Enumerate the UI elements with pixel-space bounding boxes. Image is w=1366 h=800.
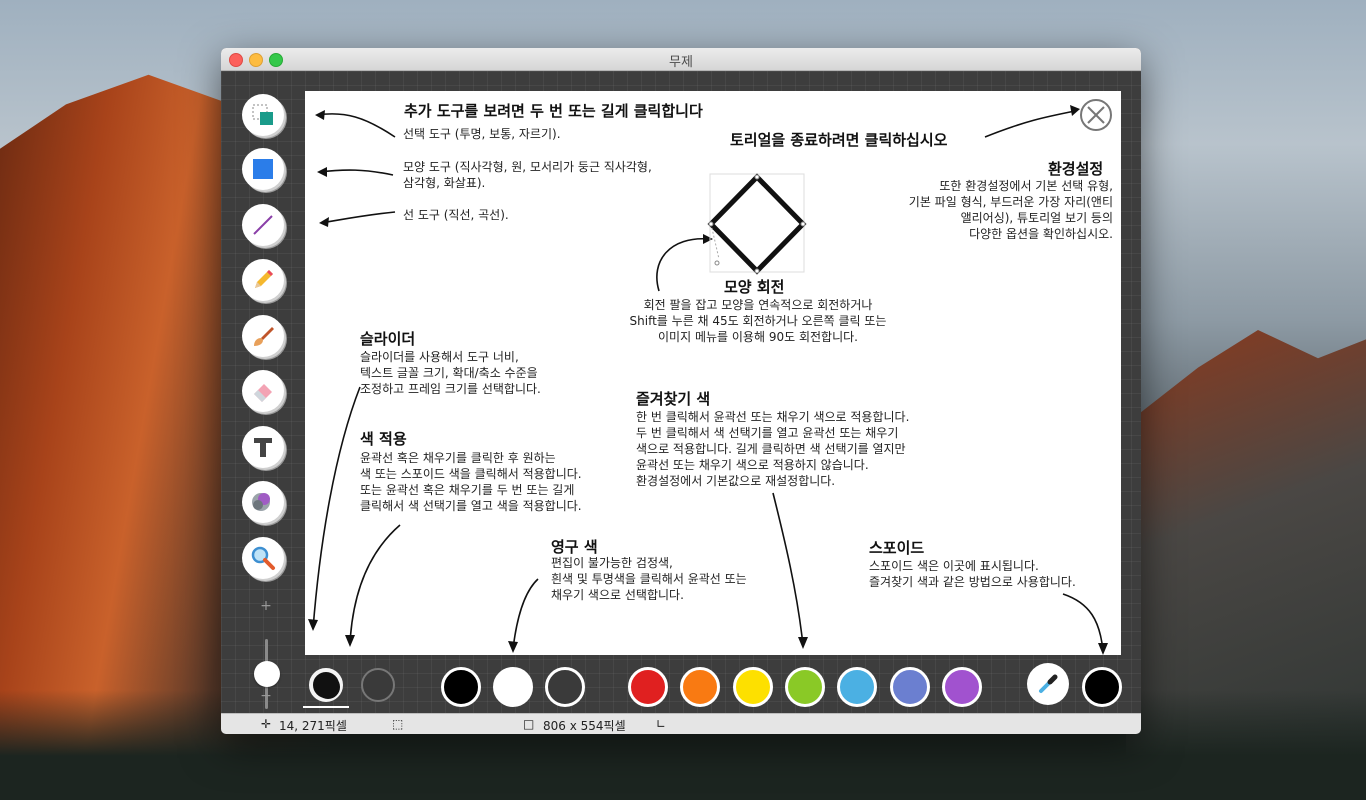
status-bar: ✛ 14, 271픽셀 ⬚ □ 806 x 554픽셀 ∟ [221,713,1141,734]
permanent-colors-note: 편집이 불가능한 검정색, 흰색 및 투명색을 클릭해서 윤곽선 또는 채우기 … [551,556,747,602]
size-slider-knob[interactable] [254,661,280,687]
dropper-note: 스포이드 색은 이곳에 표시됩니다. 즐겨찾기 색과 같은 방법으로 사용합니다… [869,559,1076,589]
outline-color-well[interactable] [309,668,343,702]
apply-color-heading: 색 적용 [360,430,407,448]
magnifier-icon [251,546,275,570]
selection-size-icon: ⬚ [392,717,404,731]
square-shape-icon [253,159,273,179]
line-tool-note: 선 도구 (직선, 곡선). [403,208,509,222]
pencil-icon [255,270,273,288]
crosshair-icon: ✛ [261,717,272,731]
dropper-heading: 스포이드 [869,539,925,557]
zoom-out-icon[interactable]: − [259,688,273,704]
cursor-position: 14, 271픽셀 [279,719,347,733]
more-tools-heading: 추가 도구를 보려면 두 번 또는 길게 클릭합니다 [404,102,703,120]
rotated-square-shape[interactable] [707,173,807,275]
canvas-size: 806 x 554픽셀 [543,719,626,733]
eyedropper-icon [1039,674,1058,693]
permanent-color-swatch[interactable] [441,667,481,707]
rotate-shape-heading: 모양 회전 [724,278,785,296]
exit-tutorial-icon[interactable] [1080,99,1112,131]
brush-tool-button[interactable] [242,315,284,357]
favorite-colors-heading: 즐겨찾기 색 [636,390,711,408]
favorite-color-swatch[interactable] [784,667,825,707]
zoom-in-icon[interactable]: + [259,598,273,614]
eraser-icon [254,384,272,402]
app-window: 무제 + − 추가 도구를 보려면 두 번 또는 길게 클릭합니다 선택 도구 … [221,48,1141,734]
favorite-color-swatch[interactable] [680,667,721,707]
permanent-color-swatch[interactable] [493,667,533,707]
angle-icon: ∟ [656,717,667,731]
outline-selected-indicator [303,706,349,708]
favorite-color-swatch[interactable] [628,667,668,707]
window-title: 무제 [669,55,693,70]
paint-bucket-icon [252,493,270,511]
favorite-colors-note: 한 번 클릭해서 윤곽선 또는 채우기 색으로 적용합니다. 두 번 클릭해서 … [636,410,910,488]
canvas-size-icon: □ [523,717,535,731]
permanent-colors-heading: 영구 색 [551,538,598,556]
shape-tool-button[interactable] [242,148,284,190]
rotate-shape-note: 회전 팔을 잡고 모양을 연속적으로 회전하거나 Shift를 누른 채 45도… [629,298,887,344]
permanent-color-swatch[interactable] [545,667,585,707]
eraser-tool-button[interactable] [242,370,284,412]
exit-tutorial-label[interactable]: 토리얼을 종료하려면 클릭하십시오 [730,129,947,150]
select-tool-note: 선택 도구 (투명, 보통, 자르기). [403,127,561,141]
shape-tool-note: 모양 도구 (직사각형, 원, 모서리가 둥근 직사각형, 삼각형, 화살표). [403,160,652,190]
eyedropper-button[interactable] [1027,663,1069,705]
selection-icon [252,104,273,125]
fill-tool-button[interactable] [242,481,284,523]
preferences-heading: 환경설정 [1048,160,1104,178]
title-bar[interactable]: 무제 [221,48,1141,71]
text-icon [254,438,272,457]
work-area: + − 추가 도구를 보려면 두 번 또는 길게 클릭합니다 선택 도구 (투명… [221,71,1141,713]
favorite-color-swatch[interactable] [837,667,878,707]
line-tool-button[interactable] [242,204,284,246]
favorite-color-swatch[interactable] [732,667,773,707]
favorite-color-swatch[interactable] [941,667,982,707]
select-tool-button[interactable] [242,94,284,136]
drawing-canvas[interactable]: 추가 도구를 보려면 두 번 또는 길게 클릭합니다 선택 도구 (투명, 보통… [305,91,1121,655]
favorite-color-swatch[interactable] [889,667,930,707]
apply-color-note: 윤곽선 혹은 채우기를 클릭한 후 원하는 색 또는 스포이드 색을 클릭해서 … [360,451,582,513]
preferences-note: 또한 환경설정에서 기본 선택 유형, 기본 파일 형식, 부드러운 가장 자리… [908,179,1113,241]
slider-note: 슬라이더를 사용해서 도구 너비, 텍스트 글꼴 크기, 확대/축소 수준을 조… [360,350,541,396]
paintbrush-icon [254,327,274,346]
pencil-tool-button[interactable] [242,259,284,301]
text-tool-button[interactable] [242,426,284,468]
fill-color-well[interactable] [361,668,395,702]
slider-heading: 슬라이더 [360,330,416,348]
line-icon [253,215,273,235]
eyedropper-color-swatch[interactable] [1082,667,1122,707]
zoom-tool-button[interactable] [242,537,284,579]
